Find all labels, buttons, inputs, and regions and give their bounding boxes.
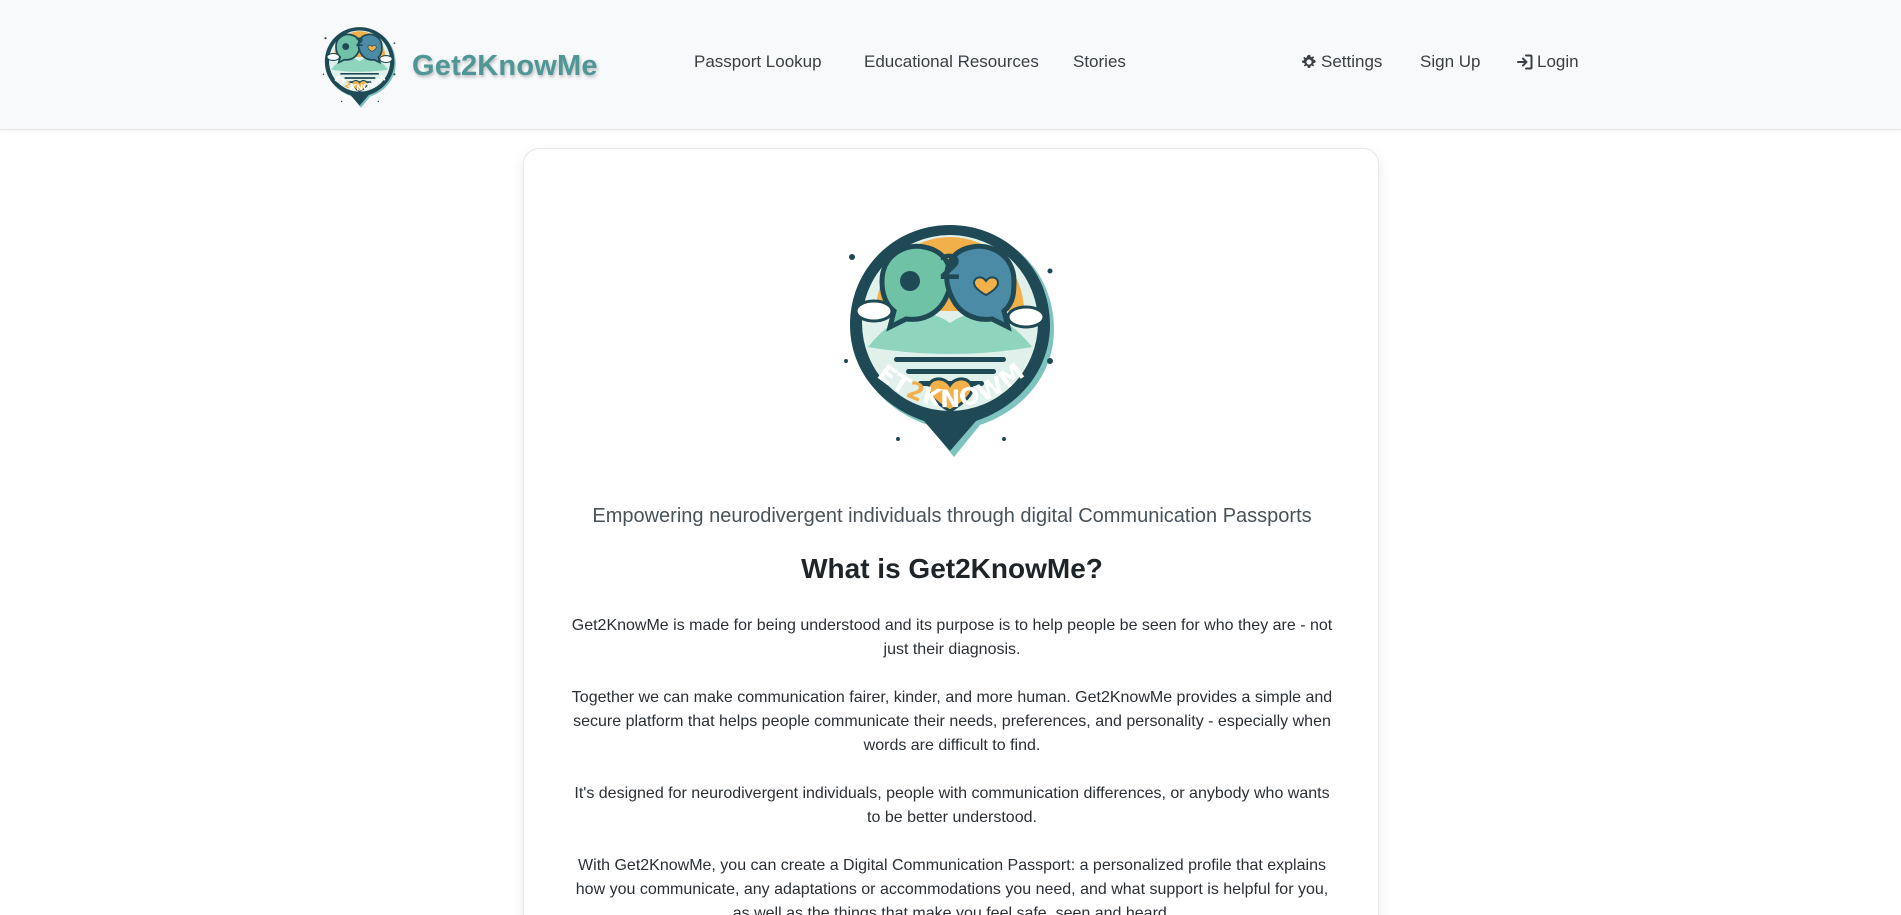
nav-login[interactable]: Login <box>1517 52 1579 72</box>
get2knowme-logo-icon <box>320 20 402 112</box>
nav-passport-lookup[interactable]: Passport Lookup <box>694 52 822 72</box>
nav-settings-label: Settings <box>1321 52 1383 71</box>
get2knowme-hero-logo-icon <box>836 211 1072 463</box>
tagline: Empowering neurodivergent individuals th… <box>592 505 1312 527</box>
intro-card: Empowering neurodivergent individuals th… <box>523 148 1379 915</box>
brand-name: Get2KnowMe <box>412 49 598 82</box>
intro-paragraph-2: Together we can make communication faire… <box>571 689 1333 754</box>
nav-sign-up[interactable]: Sign Up <box>1420 52 1480 72</box>
nav-stories[interactable]: Stories <box>1073 52 1126 72</box>
sign-in-icon <box>1517 54 1533 70</box>
intro-paragraph-3: It's designed for neurodivergent individ… <box>574 785 1330 826</box>
nav-educational-resources[interactable]: Educational Resources <box>864 52 1039 72</box>
nav-login-label: Login <box>1537 52 1579 71</box>
navbar: Get2KnowMe Passport Lookup Educational R… <box>0 0 1901 130</box>
nav-settings[interactable]: Settings <box>1301 52 1382 72</box>
intro-paragraph-1: Get2KnowMe is made for being understood … <box>571 617 1333 658</box>
intro-paragraph-4: With Get2KnowMe, you can create a Digita… <box>575 857 1329 915</box>
gear-icon <box>1301 54 1316 68</box>
page-title: What is Get2KnowMe? <box>801 553 1103 584</box>
brand-home-link[interactable]: Get2KnowMe <box>320 20 598 112</box>
